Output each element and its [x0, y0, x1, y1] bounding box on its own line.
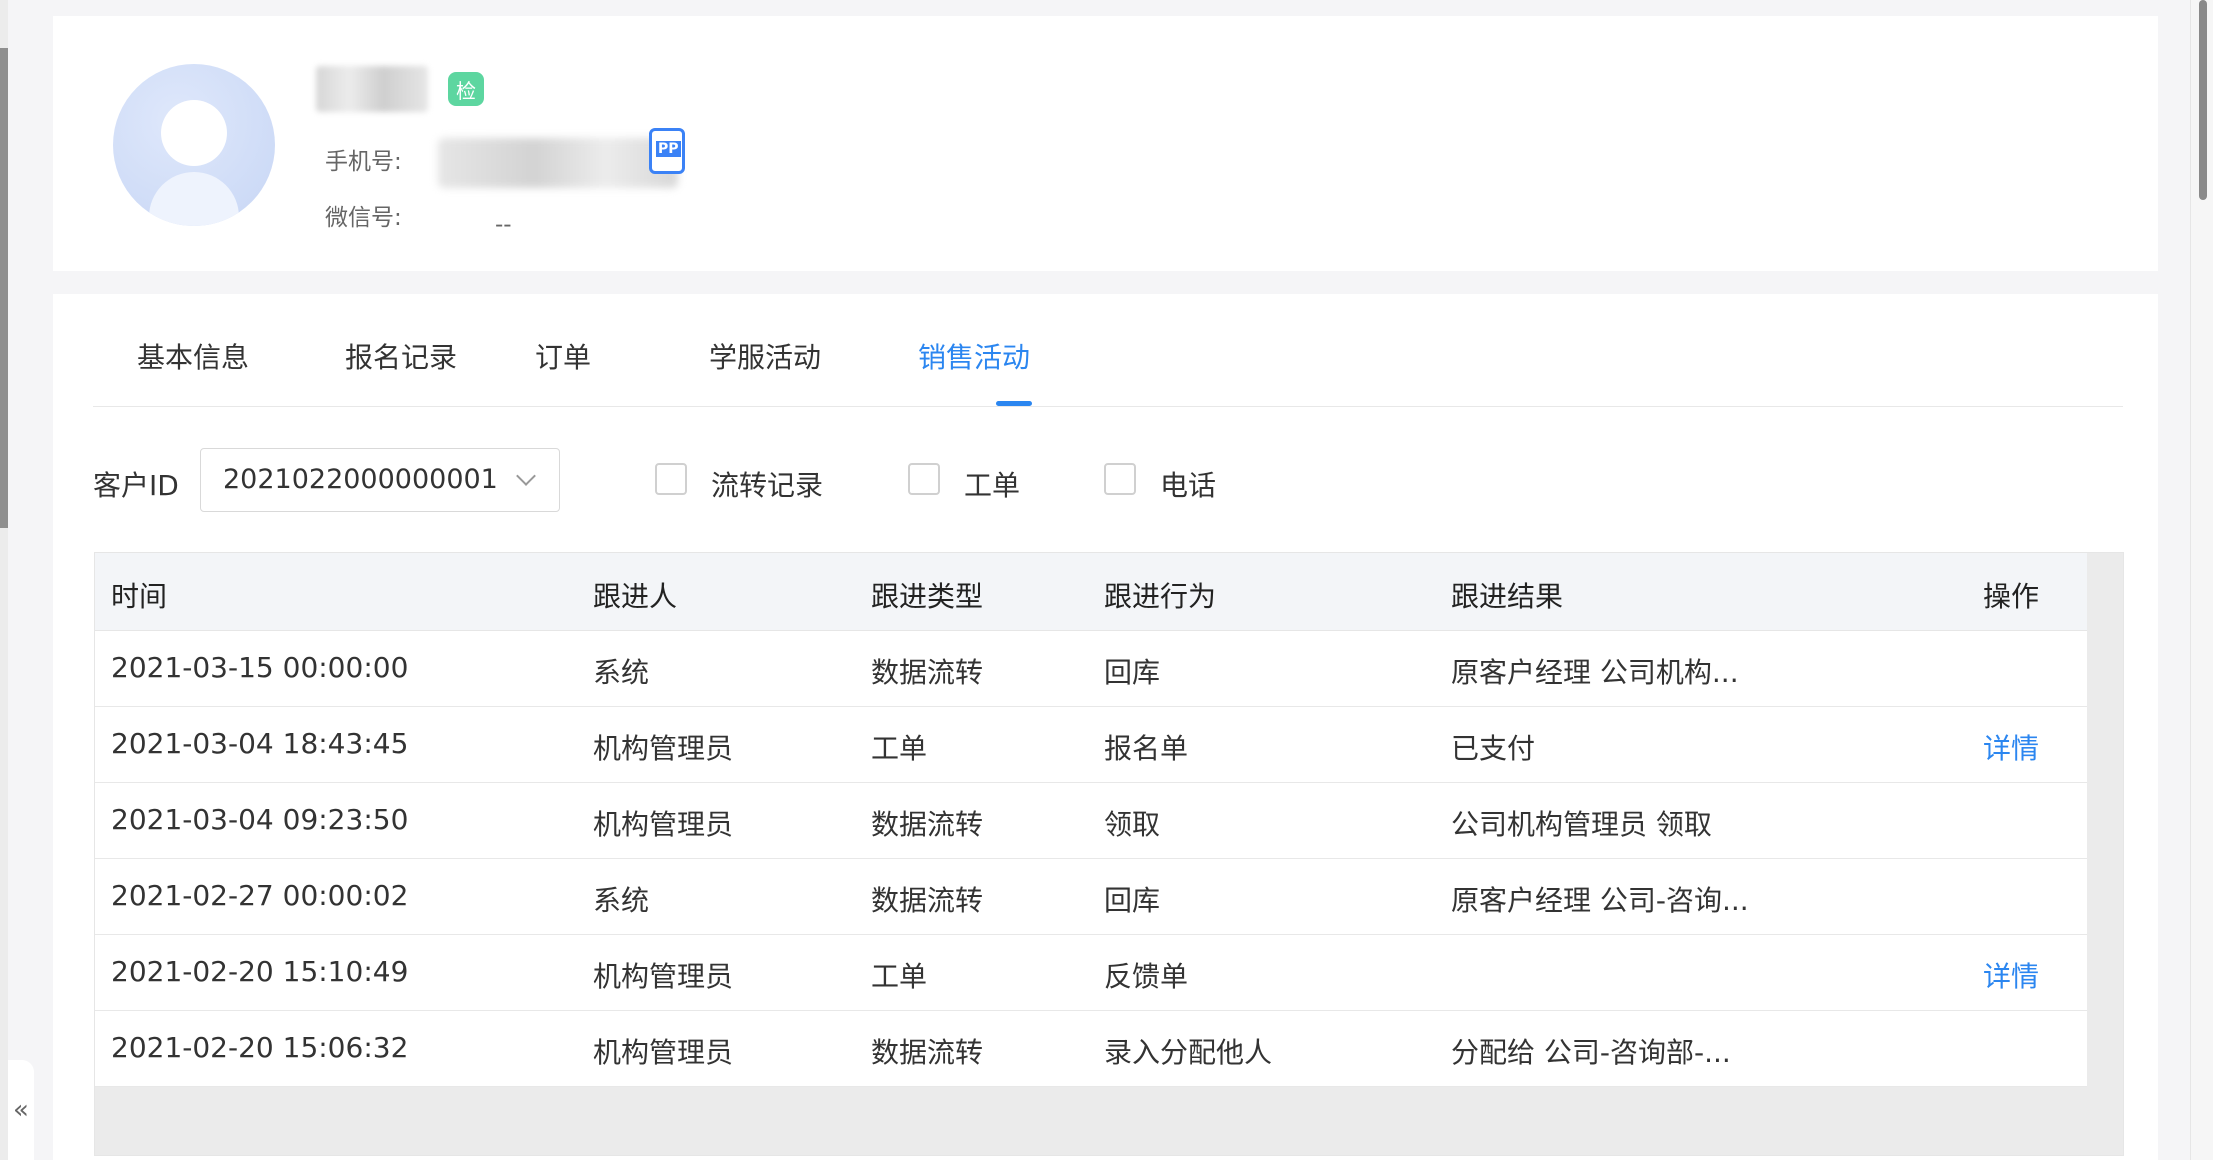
customer-name-redacted — [316, 66, 428, 112]
avatar-body-shape — [149, 172, 239, 226]
avatar — [113, 64, 275, 226]
sales-activity-table: 时间 跟进人 跟进类型 跟进行为 跟进结果 操作 2021-03-15 00:0… — [94, 552, 2124, 1156]
customer-id-value: 2021022000000001 — [223, 464, 498, 495]
customer-id-label: 客户ID — [93, 469, 179, 502]
cell-type: 数据流转 — [871, 884, 984, 917]
cell-type: 工单 — [871, 960, 928, 993]
cell-result: 已支付 — [1451, 732, 1536, 765]
active-tab-indicator — [996, 401, 1032, 406]
cell-action: 回库 — [1104, 656, 1161, 689]
cell-type: 工单 — [871, 732, 928, 765]
customer-profile-card: 检 手机号: PP 微信号: -- — [53, 16, 2158, 271]
column-header-operation: 操作 — [1983, 580, 2040, 613]
table-row: 2021-02-20 15:06:32 机构管理员 数据流转 录入分配他人 分配… — [95, 1011, 2087, 1087]
cell-time: 2021-03-04 09:23:50 — [111, 803, 409, 836]
cell-result: 原客户经理 公司机构... — [1451, 656, 1739, 689]
cell-person: 系统 — [593, 656, 650, 689]
detail-link[interactable]: 详情 — [1983, 955, 2039, 995]
cell-time: 2021-02-27 00:00:02 — [111, 879, 409, 912]
wechat-label: 微信号: — [325, 205, 402, 231]
cell-action: 报名单 — [1104, 732, 1189, 765]
cell-type: 数据流转 — [871, 808, 984, 841]
app-phone-icon[interactable]: PP — [649, 128, 685, 174]
cell-person: 机构管理员 — [593, 1036, 734, 1069]
collapse-sidebar-button[interactable]: « — [8, 1060, 34, 1160]
cell-result: 原客户经理 公司-咨询... — [1451, 884, 1749, 917]
tab-enrollment-records[interactable]: 报名记录 — [345, 336, 457, 376]
table-row: 2021-03-04 18:43:45 机构管理员 工单 报名单 已支付 详情 — [95, 707, 2087, 783]
cell-action: 回库 — [1104, 884, 1161, 917]
cell-time: 2021-03-15 00:00:00 — [111, 651, 409, 684]
checkbox-work-order[interactable] — [908, 463, 940, 495]
wechat-value: -- — [495, 212, 512, 238]
chevron-down-icon — [516, 466, 536, 486]
checkbox-phone[interactable] — [1104, 463, 1136, 495]
checkbox-label-phone[interactable]: 电话 — [1160, 464, 1216, 504]
column-header-action: 跟进行为 — [1104, 580, 1217, 613]
cell-person: 系统 — [593, 884, 650, 917]
checkbox-label-transfer-records[interactable]: 流转记录 — [711, 464, 823, 504]
cell-type: 数据流转 — [871, 1036, 984, 1069]
cell-action: 领取 — [1104, 808, 1161, 841]
table-header: 时间 跟进人 跟进类型 跟进行为 跟进结果 操作 — [95, 553, 2087, 631]
tab-bar: 基本信息 报名记录 订单 学服活动 销售活动 — [93, 294, 2123, 407]
detail-link[interactable]: 详情 — [1983, 727, 2039, 767]
cell-result: 分配给 公司-咨询部-... — [1451, 1036, 1731, 1069]
checkbox-label-work-order[interactable]: 工单 — [964, 464, 1020, 504]
phone-label: 手机号: — [325, 149, 402, 175]
avatar-head-shape — [161, 100, 227, 166]
cell-action: 录入分配他人 — [1104, 1036, 1273, 1069]
cell-time: 2021-03-04 18:43:45 — [111, 727, 409, 760]
tab-orders[interactable]: 订单 — [535, 336, 591, 376]
app-badge-text: PP — [656, 141, 681, 157]
column-header-person: 跟进人 — [593, 580, 678, 613]
table-scrollbar-track[interactable] — [2087, 631, 2123, 1155]
cell-person: 机构管理员 — [593, 732, 734, 765]
cell-person: 机构管理员 — [593, 960, 734, 993]
column-header-result: 跟进结果 — [1451, 580, 1564, 613]
detail-panel: 基本信息 报名记录 订单 学服活动 销售活动 客户ID 202102200000… — [53, 294, 2158, 1160]
tab-student-service[interactable]: 学服活动 — [709, 336, 821, 376]
table-row: 2021-03-15 00:00:00 系统 数据流转 回库 原客户经理 公司机… — [95, 631, 2087, 707]
cell-time: 2021-02-20 15:10:49 — [111, 955, 409, 988]
left-scrollbar-thumb[interactable] — [0, 48, 8, 528]
phone-number-redacted — [438, 138, 678, 188]
column-header-type: 跟进类型 — [871, 580, 984, 613]
table-row: 2021-03-04 09:23:50 机构管理员 数据流转 领取 公司机构管理… — [95, 783, 2087, 859]
cell-time: 2021-02-20 15:06:32 — [111, 1031, 409, 1064]
checkbox-transfer-records[interactable] — [655, 463, 687, 495]
column-header-time: 时间 — [111, 580, 168, 613]
cell-type: 数据流转 — [871, 656, 984, 689]
cell-result: 公司机构管理员 领取 — [1451, 808, 1712, 841]
table-row: 2021-02-20 15:10:49 机构管理员 工单 反馈单 详情 — [95, 935, 2087, 1011]
verified-badge: 检 — [448, 72, 484, 106]
cell-person: 机构管理员 — [593, 808, 734, 841]
table-row: 2021-02-27 00:00:02 系统 数据流转 回库 原客户经理 公司-… — [95, 859, 2087, 935]
tab-basic-info[interactable]: 基本信息 — [137, 336, 249, 376]
customer-id-select[interactable]: 2021022000000001 — [200, 448, 560, 512]
tab-sales-activity[interactable]: 销售活动 — [918, 336, 1030, 376]
cell-action: 反馈单 — [1104, 960, 1189, 993]
page-scrollbar-thumb[interactable] — [2199, 0, 2207, 200]
